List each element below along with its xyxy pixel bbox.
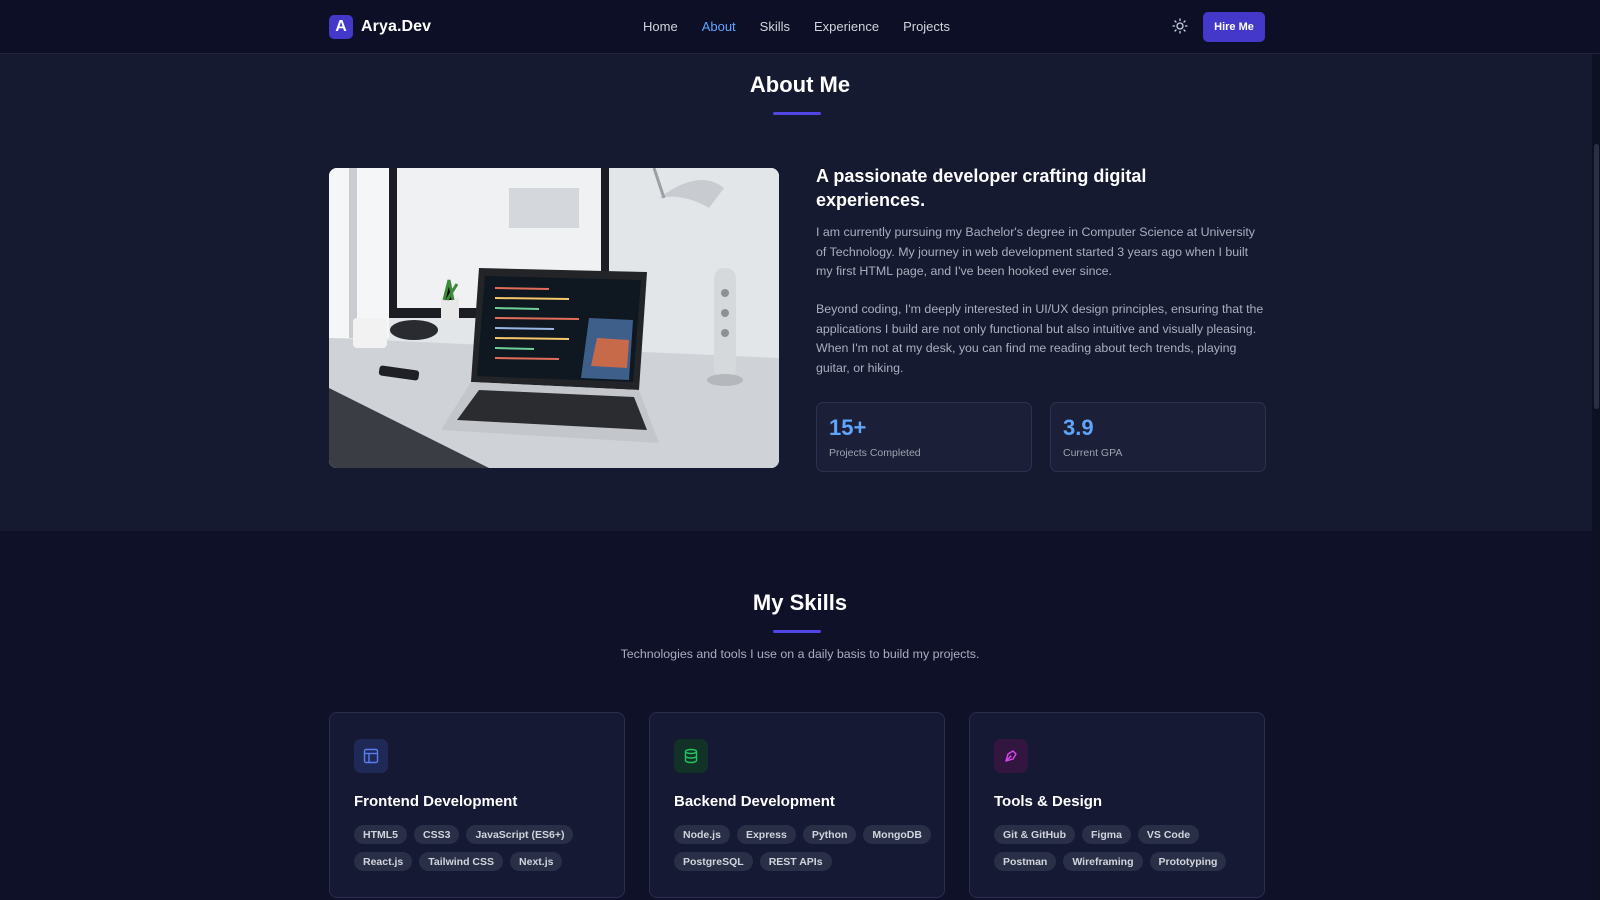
nav-link-experience[interactable]: Experience [814,19,879,34]
skill-tag: Node.js [674,825,730,844]
skill-card-title: Tools & Design [994,793,1103,810]
database-icon [674,739,708,773]
skill-tag: Express [736,825,796,844]
skill-card-backend: Backend Development Node.js Express Pyth… [649,712,945,898]
nav-link-about[interactable]: About [702,19,736,34]
skill-tag: Tailwind CSS [419,852,504,871]
title-underline [773,630,821,633]
stat-label: Projects Completed [829,447,921,459]
skill-tag: Wireframing [1063,852,1143,871]
nav-link-skills[interactable]: Skills [760,19,790,34]
skill-tag: Prototyping [1149,852,1227,871]
hire-me-button[interactable]: Hire Me [1203,12,1265,42]
skill-card-title: Frontend Development [354,793,518,810]
stat-value: 3.9 [1063,415,1094,440]
stat-card-projects: 15+ Projects Completed [816,402,1032,472]
skills-title: My Skills [752,590,848,615]
portfolio-page: A Arya.Dev Home About Skills Experience … [0,0,1600,900]
skill-tag: JavaScript (ES6+) [466,825,574,844]
skill-tag: Postman [994,852,1057,871]
top-navbar: A Arya.Dev Home About Skills Experience … [0,0,1600,54]
skill-card-tools: Tools & Design Git & GitHub Figma VS Cod… [969,712,1265,898]
about-paragraph-2: Beyond coding, I'm deeply interested in … [816,302,1264,375]
skill-tag: Figma [1082,825,1131,844]
stat-value: 15+ [829,415,867,440]
skill-tags: HTML5 CSS3 JavaScript (ES6+) React.js Ta… [354,825,614,871]
layout-icon [354,739,388,773]
skill-tag: Python [802,825,857,844]
about-section: About Me A passionate developer crafting… [0,54,1600,531]
skill-tag: VS Code [1137,825,1200,844]
skill-tag: HTML5 [354,825,407,844]
skill-tag: MongoDB [863,825,931,844]
stat-card-gpa: 3.9 Current GPA [1050,402,1266,472]
brand-logo[interactable]: A Arya.Dev [329,15,431,39]
skill-tag: Next.js [510,852,563,871]
sun-icon[interactable] [1172,18,1188,34]
workspace-photo [329,168,779,468]
pen-tool-icon [994,739,1028,773]
laptop-illustration [329,168,779,468]
nav-links: Home About Skills Experience Projects [643,19,974,34]
title-underline [773,112,821,115]
brand-badge: A [329,15,353,39]
brand-name: Arya.Dev [361,18,432,35]
skill-tag: React.js [354,852,413,871]
about-heading: A passionate developer crafting digital … [816,166,1147,210]
scrollbar-thumb[interactable] [1594,144,1599,409]
nav-link-home[interactable]: Home [643,19,678,34]
skill-tags: Node.js Express Python MongoDB PostgreSQ… [674,825,934,871]
stat-label: Current GPA [1063,447,1123,459]
skill-tag: Git & GitHub [994,825,1075,844]
about-paragraph-1: I am currently pursuing my Bachelor's de… [816,225,1255,278]
about-title: About Me [749,72,851,97]
skill-card-title: Backend Development [674,793,835,810]
skill-tag: CSS3 [414,825,460,844]
skill-tag: PostgreSQL [674,852,753,871]
skill-tags: Git & GitHub Figma VS Code Postman Wiref… [994,825,1254,871]
nav-link-projects[interactable]: Projects [903,19,950,34]
skills-subtitle: Technologies and tools I use on a daily … [620,647,980,661]
skill-card-frontend: Frontend Development HTML5 CSS3 JavaScri… [329,712,625,898]
skill-tag: REST APIs [759,852,832,871]
